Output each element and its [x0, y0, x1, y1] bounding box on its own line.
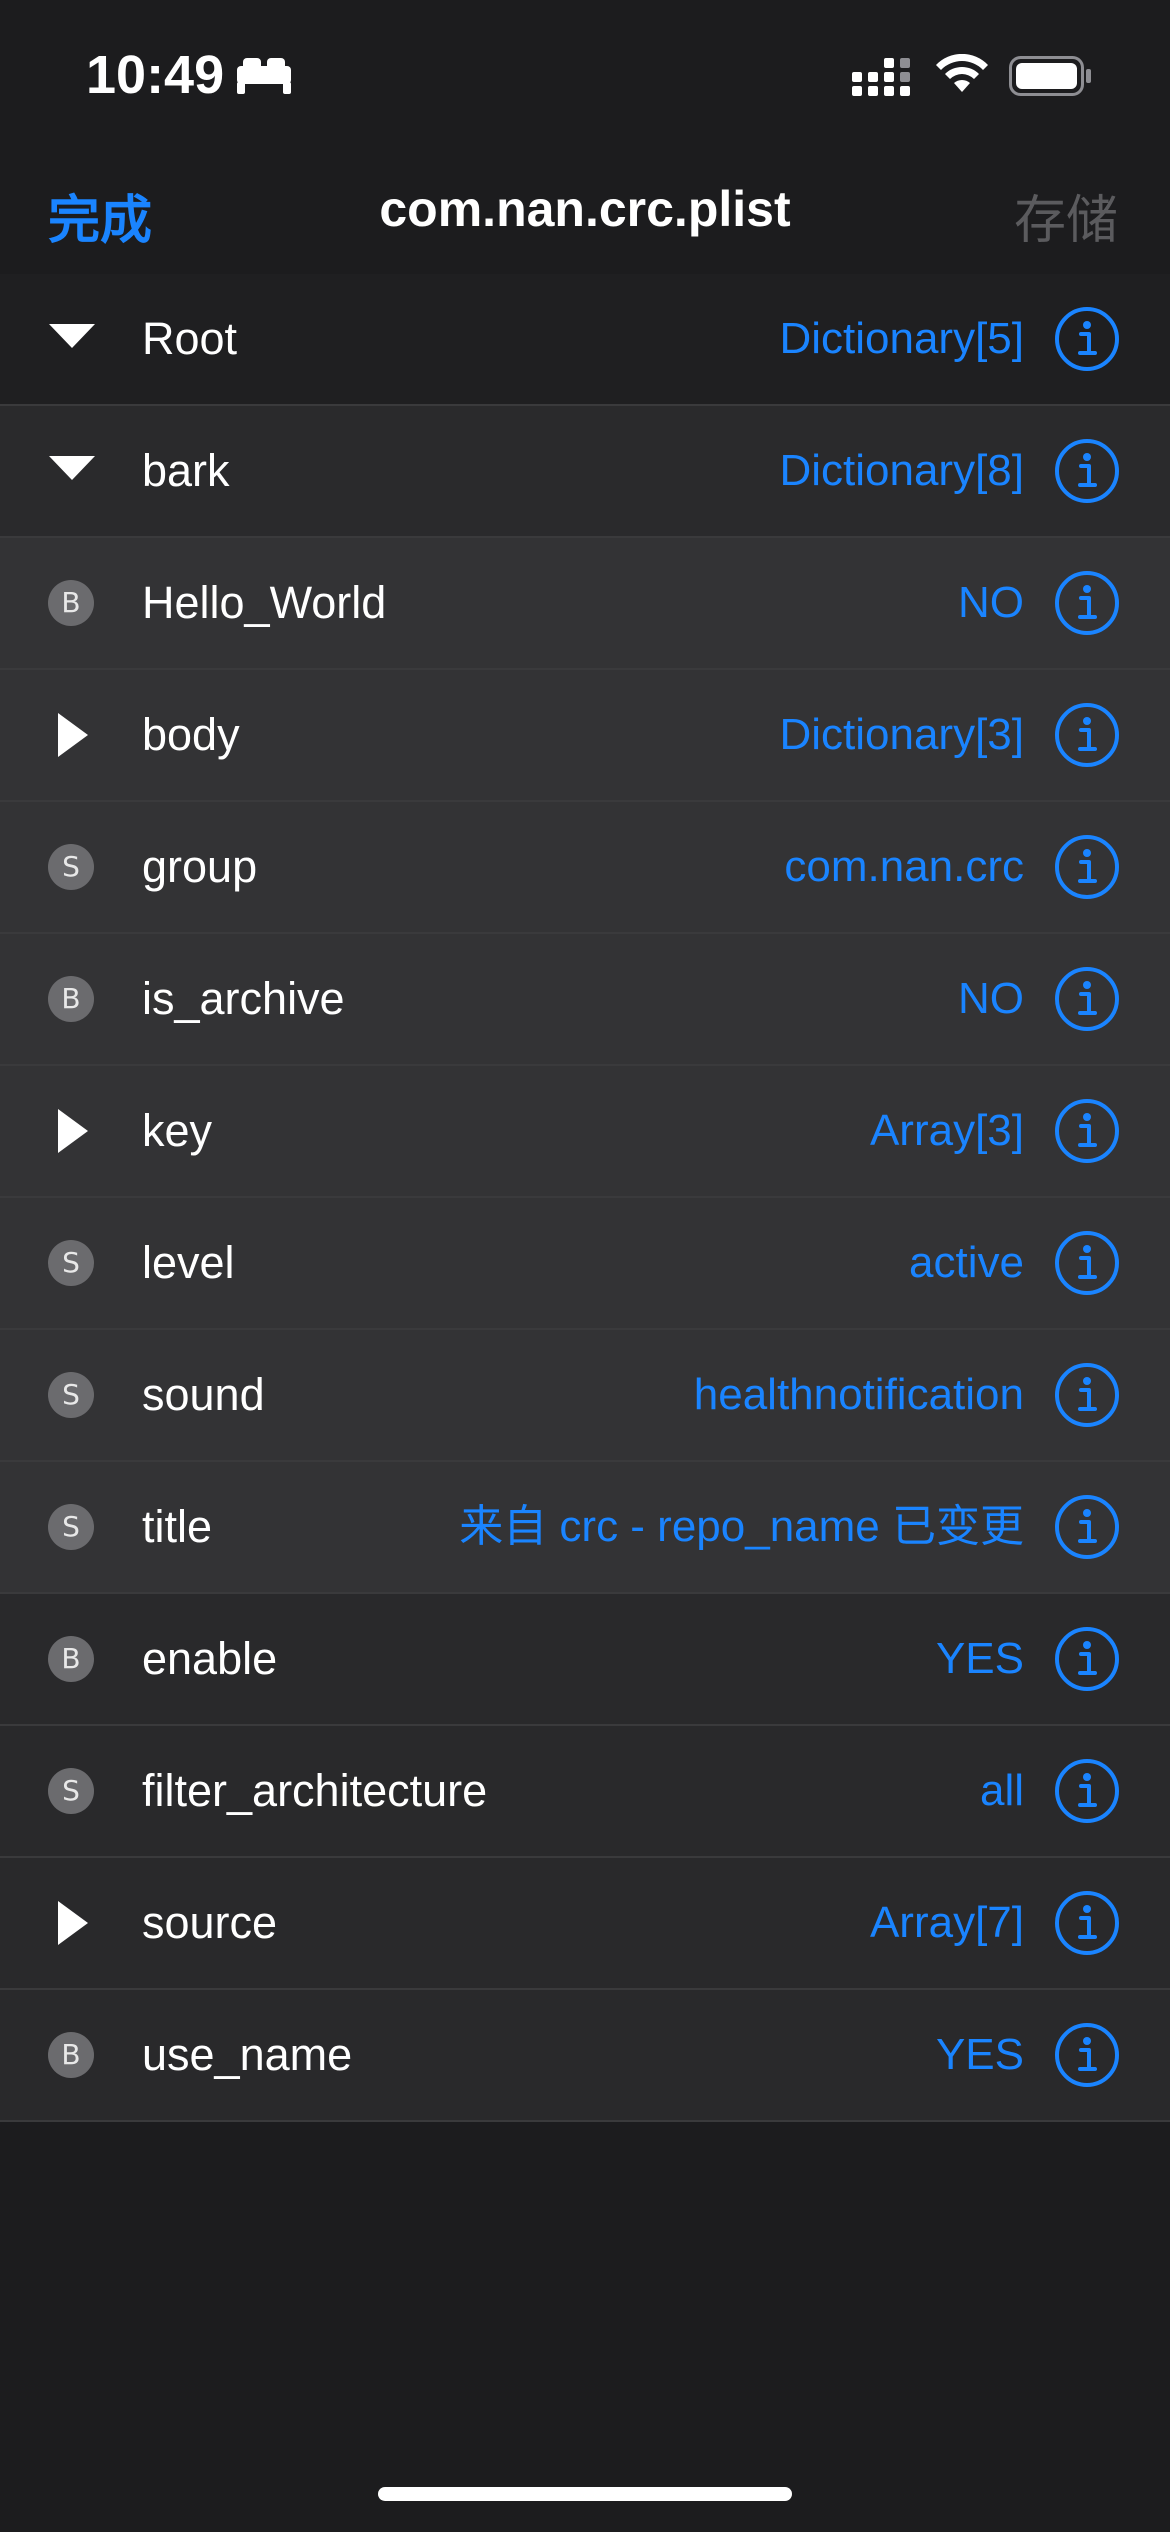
plist-row[interactable]: Sfilter_architecture all	[0, 1726, 1170, 1858]
row-value[interactable]: Dictionary[5]	[779, 274, 1024, 404]
triangle-right-icon[interactable]	[46, 1066, 98, 1196]
info-icon[interactable]	[1054, 438, 1120, 504]
string-type-icon: S	[48, 1372, 94, 1418]
plist-row[interactable]: Root Dictionary[5]	[0, 274, 1170, 406]
triangle-down-icon[interactable]	[46, 274, 98, 404]
row-key: title	[142, 1501, 213, 1552]
home-indicator	[378, 2487, 792, 2501]
row-value[interactable]: com.nan.crc	[784, 802, 1024, 932]
row-value[interactable]: Array[3]	[870, 1066, 1024, 1196]
info-icon[interactable]	[1054, 2022, 1120, 2088]
save-button[interactable]: 存储	[1014, 178, 1118, 253]
row-value[interactable]: Dictionary[3]	[779, 670, 1024, 800]
triangle-down-icon[interactable]	[46, 406, 98, 536]
string-type-icon: S	[48, 1504, 94, 1550]
plist-row[interactable]: Stitle 来自 crc - repo_name 已变更	[0, 1462, 1170, 1594]
triangle-right-icon[interactable]	[46, 1858, 98, 1988]
row-key: Hello_World	[142, 577, 387, 628]
row-value[interactable]: all	[980, 1726, 1024, 1856]
row-key: body	[142, 709, 240, 760]
row-value[interactable]: Array[7]	[870, 1858, 1024, 1988]
string-type-icon: S	[48, 1768, 94, 1814]
info-icon[interactable]	[1054, 1626, 1120, 1692]
plist-row[interactable]: Slevel active	[0, 1198, 1170, 1330]
navigation-bar: 完成 com.nan.crc.plist 存储	[0, 150, 1170, 276]
boolean-type-icon: B	[48, 2032, 94, 2078]
info-icon[interactable]	[1054, 1890, 1120, 1956]
page-title: com.nan.crc.plist	[379, 181, 791, 237]
boolean-type-icon: B	[48, 580, 94, 626]
plist-row[interactable]: source Array[7]	[0, 1858, 1170, 1990]
info-icon[interactable]	[1054, 306, 1120, 372]
string-type-icon: S	[48, 844, 94, 890]
row-value[interactable]: NO	[958, 934, 1024, 1064]
info-icon[interactable]	[1054, 1494, 1120, 1560]
row-value[interactable]: active	[909, 1198, 1024, 1328]
row-key: use_name	[142, 2029, 353, 2080]
row-value[interactable]: YES	[936, 1990, 1024, 2120]
info-icon[interactable]	[1054, 702, 1120, 768]
row-key: enable	[142, 1633, 278, 1684]
row-key: is_archive	[142, 973, 345, 1024]
triangle-right-icon[interactable]	[46, 670, 98, 800]
string-type-icon: S	[48, 1240, 94, 1286]
info-icon[interactable]	[1054, 966, 1120, 1032]
row-key: bark	[142, 445, 230, 496]
plist-tree-list: Root Dictionary[5] bark Dictionary[8] B Hello…	[0, 274, 1170, 2122]
row-key: sound	[142, 1369, 265, 1420]
plist-row[interactable]: key Array[3]	[0, 1066, 1170, 1198]
signal-icon	[852, 58, 910, 96]
status-time: 10:49	[86, 45, 225, 105]
plist-row[interactable]: Buse_name YES	[0, 1990, 1170, 2122]
info-icon[interactable]	[1054, 1230, 1120, 1296]
info-icon[interactable]	[1054, 570, 1120, 636]
wifi-icon	[936, 54, 988, 92]
plist-row[interactable]: bark Dictionary[8]	[0, 406, 1170, 538]
row-key: level	[142, 1237, 235, 1288]
boolean-type-icon: B	[48, 1636, 94, 1682]
row-value[interactable]: Dictionary[8]	[779, 406, 1024, 536]
plist-row[interactable]: Ssound healthnotification	[0, 1330, 1170, 1462]
battery-icon	[1009, 56, 1091, 96]
row-value[interactable]: NO	[958, 538, 1024, 668]
plist-row[interactable]: B Hello_World NO	[0, 538, 1170, 670]
row-value[interactable]: YES	[936, 1594, 1024, 1724]
info-icon[interactable]	[1054, 1098, 1120, 1164]
row-key: group	[142, 841, 258, 892]
bed-icon	[237, 58, 291, 94]
row-key: Root	[142, 313, 238, 364]
row-key: source	[142, 1897, 278, 1948]
row-key: key	[142, 1105, 213, 1156]
plist-row[interactable]: Benable YES	[0, 1594, 1170, 1726]
info-icon[interactable]	[1054, 1758, 1120, 1824]
status-bar: 10:49	[0, 0, 1170, 150]
row-value[interactable]: 来自 crc - repo_name 已变更	[459, 1462, 1024, 1592]
plist-row[interactable]: Bis_archive NO	[0, 934, 1170, 1066]
info-icon[interactable]	[1054, 834, 1120, 900]
row-key: filter_architecture	[142, 1765, 488, 1816]
boolean-type-icon: B	[48, 976, 94, 1022]
plist-row[interactable]: body Dictionary[3]	[0, 670, 1170, 802]
plist-row[interactable]: Sgroup com.nan.crc	[0, 802, 1170, 934]
info-icon[interactable]	[1054, 1362, 1120, 1428]
row-value[interactable]: healthnotification	[694, 1330, 1024, 1460]
